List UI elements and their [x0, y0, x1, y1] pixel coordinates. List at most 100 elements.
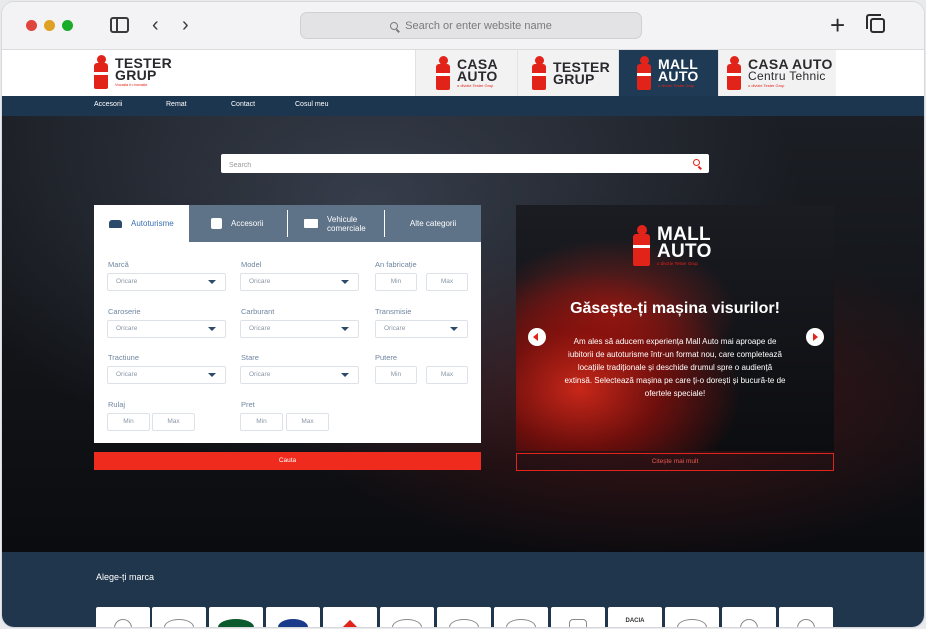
input-an-max[interactable]: Max	[426, 273, 468, 291]
browser-toolbar: ‹ › Search or enter website name +	[2, 2, 924, 50]
select-value: Oricare	[249, 325, 271, 332]
brand-tile-honda[interactable]	[551, 607, 605, 627]
input-pret-min[interactable]: Min	[240, 413, 283, 431]
accessory-icon	[211, 218, 222, 229]
chevron-down-icon	[341, 280, 349, 284]
tab-vehicule-comerciale[interactable]: Vehicule comerciale	[288, 205, 384, 242]
brand-tab-casa-auto-centru-tehnic[interactable]: CASA AUTO Centru Tehnic o divizie Tester…	[718, 50, 836, 96]
zoom-window-button[interactable]	[62, 20, 73, 31]
label-model: Model	[241, 260, 262, 269]
new-tab-plus-icon[interactable]: +	[830, 12, 845, 38]
nav-item-cosul-meu[interactable]: Cosul meu	[295, 101, 328, 108]
brand-tab-casa-auto[interactable]: CASA AUTO o divizie Tester Grup	[415, 50, 517, 96]
nav-item-remat[interactable]: Remat	[166, 101, 187, 108]
vehicle-filter-panel: Autoturisme Accesorii Vehicule comercial…	[94, 205, 481, 443]
select-tractiune[interactable]: Oricare	[107, 366, 226, 384]
brand-tab-line2: AUTO	[457, 67, 498, 84]
brand-tile-alfa-romeo[interactable]	[779, 607, 833, 627]
brand-tab-sub: o divizie Tester Grup	[748, 82, 785, 88]
minimize-window-button[interactable]	[44, 20, 55, 31]
select-caroserie[interactable]: Oricare	[107, 320, 226, 338]
promo-title: Găsește-ți mașina visurilor!	[570, 300, 780, 317]
brand-tile-infiniti[interactable]	[437, 607, 491, 627]
brand-tile-peugeot[interactable]	[722, 607, 776, 627]
logo-line2: GRUP	[115, 66, 157, 83]
fire-hydrant-logo-icon	[727, 56, 741, 90]
input-pret-max[interactable]: Max	[286, 413, 329, 431]
label-rulaj: Rulaj	[108, 400, 126, 409]
brand-tab-tester-grup[interactable]: TESTER GRUP	[517, 50, 618, 96]
citroen-logo-icon	[677, 619, 707, 627]
brand-tile-citroen[interactable]	[665, 607, 719, 627]
site-header: TESTER GRUP Vocația în inovație CASA AUT…	[2, 50, 924, 96]
tab-alte-categorii[interactable]: Alte categorii	[385, 205, 481, 242]
search-button[interactable]: Cauta	[94, 452, 481, 470]
label-putere: Putere	[375, 353, 398, 362]
brand-tile-opel[interactable]	[380, 607, 434, 627]
honda-logo-icon	[569, 619, 587, 627]
label-transmisie: Transmisie	[375, 307, 412, 316]
nav-item-contact[interactable]: Contact	[231, 101, 255, 108]
brand-tile-renault[interactable]	[323, 607, 377, 627]
hero-search-bar	[221, 154, 709, 175]
sidebar-toggle-icon[interactable]	[110, 17, 129, 33]
forward-arrow-icon[interactable]: ›	[182, 14, 189, 36]
label-pret: Pret	[241, 400, 255, 409]
land-rover-logo-icon	[218, 619, 254, 627]
brands-title: Alege-ți marca	[96, 572, 155, 582]
carousel-prev-button[interactable]	[528, 328, 546, 346]
address-bar[interactable]: Search or enter website name	[300, 12, 642, 39]
nav-item-accesorii[interactable]: Accesorii	[94, 101, 122, 108]
brand-tile-mercedes[interactable]	[96, 607, 150, 627]
carousel-next-button[interactable]	[806, 328, 824, 346]
fire-hydrant-logo-icon	[436, 56, 450, 90]
brand-tab-sub: o divizie Tester Grup	[457, 82, 494, 88]
select-carburant[interactable]: Oricare	[240, 320, 359, 338]
select-value: Oricare	[384, 325, 406, 332]
input-an-min[interactable]: Min	[375, 273, 417, 291]
hero-search-input[interactable]	[221, 156, 661, 175]
brand-tile-land-rover[interactable]	[209, 607, 263, 627]
promo-carousel: MALL AUTO o divizie Tester Grup Găsește-…	[516, 205, 834, 451]
search-icon[interactable]	[693, 159, 700, 166]
input-putere-min[interactable]: Min	[375, 366, 417, 384]
mall-auto-logo: MALL AUTO o divizie Tester Grup	[633, 225, 712, 267]
mazda-logo-icon	[506, 619, 536, 627]
input-rulaj-max[interactable]: Max	[152, 413, 195, 431]
truck-icon	[304, 219, 318, 228]
peugeot-logo-icon	[740, 619, 758, 627]
brand-tile-dacia[interactable]: DACIA	[608, 607, 662, 627]
select-transmisie[interactable]: Oricare	[375, 320, 468, 338]
tab-autoturisme[interactable]: Autoturisme	[94, 205, 189, 242]
back-arrow-icon[interactable]: ‹	[152, 14, 159, 36]
label-carburant: Carburant	[241, 307, 275, 316]
read-more-button[interactable]: Citește mai mult	[516, 453, 834, 471]
fire-hydrant-logo-icon	[94, 55, 108, 89]
mercedes-logo-icon	[114, 619, 132, 627]
tab-accesorii[interactable]: Accesorii	[189, 205, 287, 242]
browser-window: ‹ › Search or enter website name + TESTE…	[2, 2, 924, 627]
close-window-button[interactable]	[26, 20, 37, 31]
car-icon	[109, 219, 122, 228]
tab-label: Accesorii	[231, 219, 264, 228]
select-marca[interactable]: Oricare	[107, 273, 226, 291]
input-rulaj-min[interactable]: Min	[107, 413, 150, 431]
label-tractiune: Tractiune	[108, 353, 139, 362]
select-model[interactable]: Oricare	[240, 273, 359, 291]
brand-tile-jaguar[interactable]	[152, 607, 206, 627]
brand-tile-mazda[interactable]	[494, 607, 548, 627]
chevron-down-icon	[341, 327, 349, 331]
brand-tab-line2: GRUP	[553, 71, 595, 87]
alfa-romeo-logo-icon	[797, 619, 815, 627]
brand-tab-mall-auto[interactable]: MALL AUTO o divizie Tester Grup	[618, 50, 718, 96]
select-value: Oricare	[116, 278, 138, 285]
brand-tab-line1: CASA AUTO	[748, 55, 833, 72]
brand-tile-hyundai[interactable]	[266, 607, 320, 627]
select-stare[interactable]: Oricare	[240, 366, 359, 384]
tester-grup-logo[interactable]: TESTER GRUP Vocația în inovație	[94, 55, 172, 89]
tab-overview-icon[interactable]	[866, 14, 885, 33]
input-putere-max[interactable]: Max	[426, 366, 468, 384]
renault-logo-icon	[342, 619, 358, 627]
promo-text: Am ales să aducem experiența Mall Auto m…	[564, 337, 786, 398]
label-caroserie: Caroserie	[108, 307, 141, 316]
